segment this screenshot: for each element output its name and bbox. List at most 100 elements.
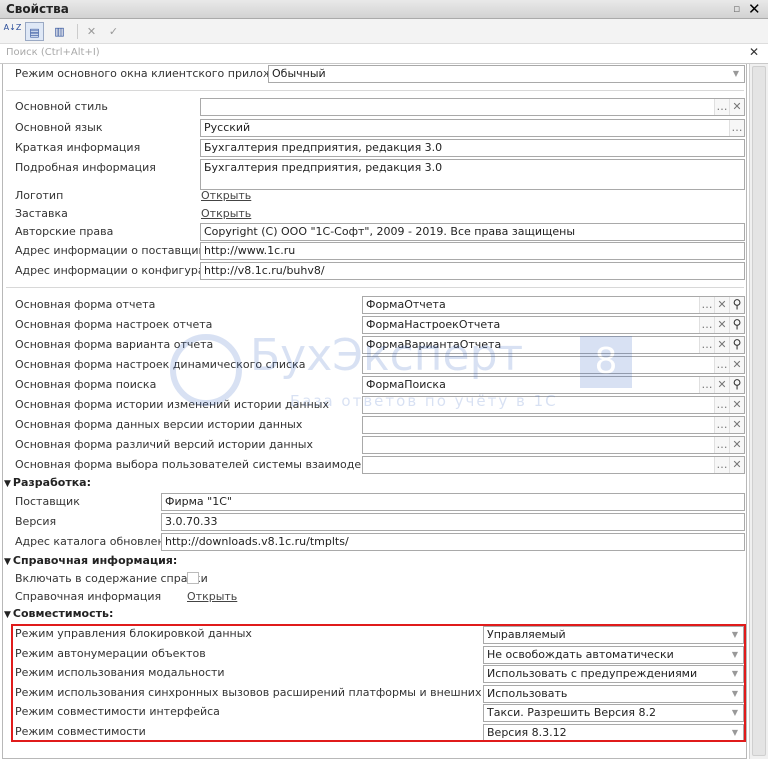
search-icon[interactable]: ⚲ (729, 337, 744, 353)
select-icon[interactable]: … (699, 297, 714, 313)
window-title: Свойства (6, 2, 69, 16)
subcategories-icon[interactable]: ▥ (50, 22, 69, 41)
data-history-diff-form-field[interactable]: … ✕ (362, 436, 745, 454)
dynamic-list-settings-form-label: Основная форма настроек динамического сп… (15, 358, 306, 371)
section-compatibility[interactable]: ▼ Совместимость: (4, 607, 113, 620)
main-language-value: Русский (204, 121, 251, 134)
include-in-help-label: Включать в содержание справки (15, 572, 208, 585)
logo-open-link[interactable]: Открыть (201, 189, 251, 202)
select-icon[interactable]: … (699, 317, 714, 333)
include-in-help-checkbox[interactable] (187, 572, 199, 584)
divider (6, 90, 744, 91)
main-style-field[interactable]: … ✕ (200, 98, 745, 116)
clear-icon[interactable]: ✕ (714, 337, 729, 353)
clear-icon[interactable]: ✕ (729, 417, 744, 433)
close-icon[interactable]: ✕ (748, 0, 761, 18)
dynamic-list-settings-form-field[interactable]: … ✕ (362, 356, 745, 374)
detailed-info-field[interactable]: Бухгалтерия предприятия, редакция 3.0 (200, 159, 745, 190)
select-icon[interactable]: … (714, 99, 729, 115)
chevron-down-icon[interactable]: ▼ (729, 66, 743, 82)
data-history-changes-form-label: Основная форма истории изменений истории… (15, 398, 329, 411)
section-help[interactable]: ▼ Справочная информация: (4, 554, 177, 567)
update-catalog-field[interactable]: http://downloads.v8.1c.ru/tmplts/ (161, 533, 745, 551)
vendor-value: Фирма "1С" (165, 495, 232, 508)
clear-icon[interactable]: ✕ (729, 397, 744, 413)
vendor-info-address-label: Адрес информации о поставщике (15, 244, 212, 257)
copyright-field[interactable]: Copyright (C) ООО "1С-Софт", 2009 - 2019… (200, 223, 745, 241)
report-form-field[interactable]: ФормаОтчета … ✕ ⚲ (362, 296, 745, 314)
select-icon[interactable]: … (714, 457, 729, 473)
select-icon[interactable]: … (714, 417, 729, 433)
detailed-info-value: Бухгалтерия предприятия, редакция 3.0 (204, 161, 443, 174)
version-field[interactable]: 3.0.70.33 (161, 513, 745, 531)
report-settings-form-field[interactable]: ФормаНастроекОтчета … ✕ ⚲ (362, 316, 745, 334)
select-icon[interactable]: … (714, 357, 729, 373)
data-history-changes-form-field[interactable]: … ✕ (362, 396, 745, 414)
categories-icon[interactable]: ▤ (25, 22, 44, 41)
report-variant-form-field[interactable]: ФормаВариантаОтчета … ✕ ⚲ (362, 336, 745, 354)
select-icon[interactable]: … (729, 120, 744, 136)
clear-icon[interactable]: ✕ (729, 437, 744, 453)
clear-icon[interactable]: ✕ (729, 357, 744, 373)
main-language-label: Основной язык (15, 121, 103, 134)
highlight-frame (11, 624, 746, 742)
vendor-info-address-field[interactable]: http://www.1c.ru (200, 242, 745, 260)
config-info-address-field[interactable]: http://v8.1c.ru/buhv8/ (200, 262, 745, 280)
scrollbar-thumb[interactable] (752, 66, 766, 756)
clear-icon[interactable]: ✕ (82, 22, 101, 41)
clear-icon[interactable]: ✕ (714, 297, 729, 313)
update-catalog-label: Адрес каталога обновлений (15, 535, 179, 548)
window-titlebar: Свойства ▫ ✕ (0, 0, 768, 19)
search-form-value: ФормаПоиска (366, 378, 446, 391)
interaction-users-select-form-field[interactable]: … ✕ (362, 456, 745, 474)
toolbar: A↓Z ▤ ▥ ✕ ✓ (0, 19, 768, 44)
search-input[interactable]: Поиск (Ctrl+Alt+I) ✕ (0, 44, 768, 64)
brief-info-label: Краткая информация (15, 141, 141, 154)
select-icon[interactable]: … (699, 377, 714, 393)
update-catalog-value: http://downloads.v8.1c.ru/tmplts/ (165, 535, 349, 548)
collapse-triangle-icon[interactable]: ▼ (4, 557, 11, 567)
copyright-label: Авторские права (15, 225, 114, 238)
version-value: 3.0.70.33 (165, 515, 218, 528)
search-form-field[interactable]: ФормаПоиска … ✕ ⚲ (362, 376, 745, 394)
main-mode-select[interactable]: Обычный ▼ (268, 65, 745, 83)
help-info-label: Справочная информация (15, 590, 162, 603)
select-icon[interactable]: … (714, 437, 729, 453)
search-form-label: Основная форма поиска (15, 378, 157, 391)
select-icon[interactable]: … (699, 337, 714, 353)
section-development[interactable]: ▼ Разработка: (4, 476, 91, 489)
main-language-field[interactable]: Русский … (200, 119, 745, 137)
report-variant-form-label: Основная форма варианта отчета (15, 338, 214, 351)
clear-icon[interactable]: ✕ (714, 317, 729, 333)
collapse-triangle-icon[interactable]: ▼ (4, 479, 11, 489)
help-info-open-link[interactable]: Открыть (187, 590, 237, 603)
collapse-triangle-icon[interactable]: ▼ (4, 610, 11, 620)
splash-open-link[interactable]: Открыть (201, 207, 251, 220)
config-info-address-label: Адрес информации о конфигурации (15, 264, 227, 277)
copyright-value: Copyright (C) ООО "1С-Софт", 2009 - 2019… (204, 225, 576, 238)
report-form-value: ФормаОтчета (366, 298, 446, 311)
vendor-label: Поставщик (15, 495, 80, 508)
search-placeholder: Поиск (Ctrl+Alt+I) (6, 47, 100, 58)
clear-icon[interactable]: ✕ (729, 99, 744, 115)
search-icon[interactable]: ⚲ (729, 377, 744, 393)
vendor-field[interactable]: Фирма "1С" (161, 493, 745, 511)
detailed-info-label: Подробная информация (15, 161, 156, 174)
divider (6, 287, 744, 288)
data-history-diff-form-label: Основная форма различий версий истории д… (15, 438, 313, 451)
data-history-version-form-field[interactable]: … ✕ (362, 416, 745, 434)
check-icon[interactable]: ✓ (104, 22, 123, 41)
brief-info-field[interactable]: Бухгалтерия предприятия, редакция 3.0 (200, 139, 745, 157)
pin-icon[interactable]: ▫ (733, 2, 740, 15)
sort-alphabetical-icon[interactable]: A↓Z (3, 22, 22, 41)
clear-icon[interactable]: ✕ (714, 377, 729, 393)
logo-label: Логотип (15, 189, 64, 202)
vertical-scrollbar[interactable] (749, 64, 768, 759)
search-clear-icon[interactable]: ✕ (749, 45, 759, 59)
search-icon[interactable]: ⚲ (729, 297, 744, 313)
version-label: Версия (15, 515, 57, 528)
report-settings-form-label: Основная форма настроек отчета (15, 318, 213, 331)
select-icon[interactable]: … (714, 397, 729, 413)
search-icon[interactable]: ⚲ (729, 317, 744, 333)
clear-icon[interactable]: ✕ (729, 457, 744, 473)
